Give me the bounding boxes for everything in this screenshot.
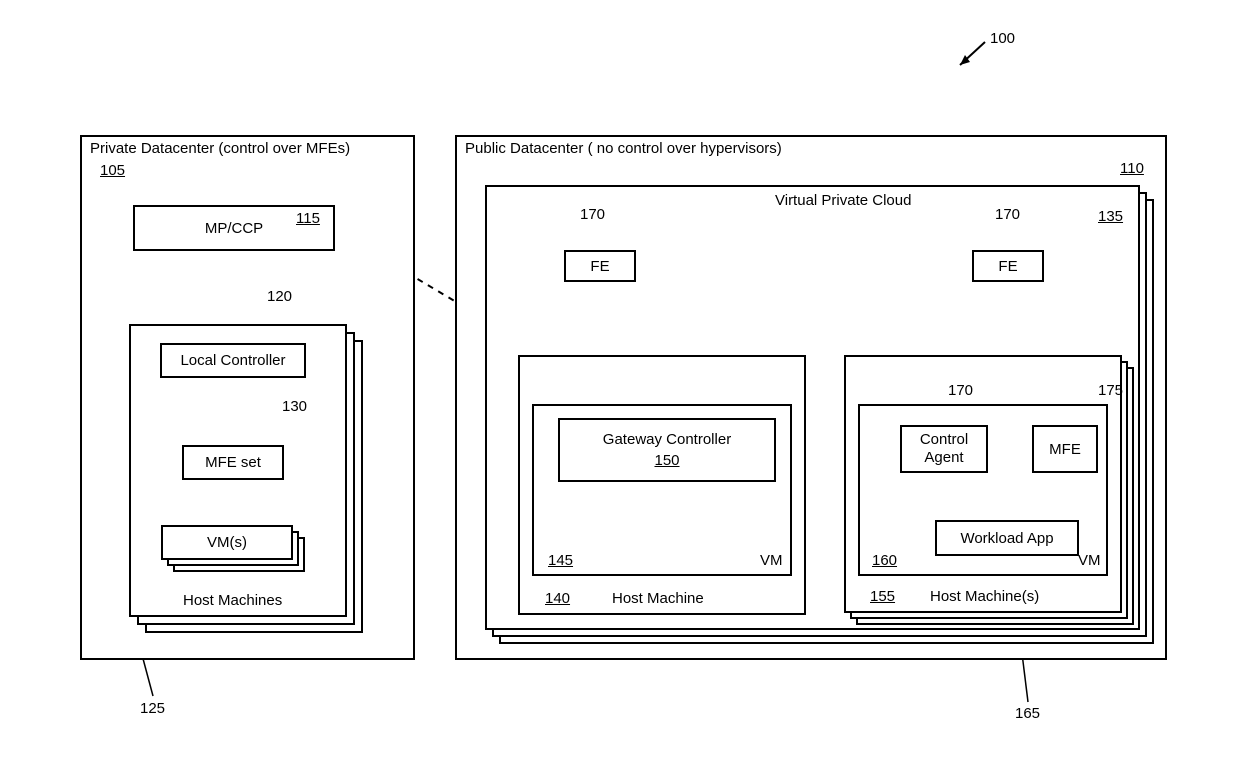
- mpccp-ref: 115: [296, 210, 320, 227]
- host-machines-label: Host Machines: [183, 592, 282, 609]
- host1-ref: 140: [545, 590, 570, 607]
- host2-vm-label: VM: [1078, 552, 1101, 569]
- vms-box: VM(s): [161, 525, 293, 560]
- workload-app-box: Workload App: [935, 520, 1079, 556]
- fe-right-box: FE: [972, 250, 1044, 282]
- gateway-controller-label: Gateway Controller: [603, 431, 731, 448]
- gateway-controller-box: Gateway Controller 150: [558, 418, 776, 482]
- host-machines-ref: 125: [140, 700, 165, 717]
- workload-app-ref: 165: [1015, 705, 1040, 722]
- figure-ref-label: 100: [990, 30, 1015, 47]
- fe-left-ref: 170: [580, 206, 605, 223]
- public-dc-ref: 110: [1120, 160, 1144, 177]
- workload-app-label: Workload App: [960, 530, 1053, 547]
- gateway-controller-ref: 150: [654, 452, 679, 469]
- host2-label: Host Machine(s): [930, 588, 1039, 605]
- mfe-ref: 175: [1098, 382, 1123, 399]
- private-dc-ref: 105: [100, 162, 125, 179]
- fe-left-label: FE: [590, 258, 609, 275]
- control-agent-box: Control Agent: [900, 425, 988, 473]
- mfe-box: MFE: [1032, 425, 1098, 473]
- control-agent-label: Control Agent: [902, 431, 986, 467]
- mfe-set-label: MFE set: [205, 454, 261, 471]
- local-controller-box: Local Controller: [160, 343, 306, 378]
- mfe-set-ref: 130: [282, 398, 307, 415]
- fe-left-box: FE: [564, 250, 636, 282]
- fe-right-ref: 170: [995, 206, 1020, 223]
- host1-label: Host Machine: [612, 590, 704, 607]
- private-dc-title: Private Datacenter (control over MFEs): [90, 140, 350, 157]
- vpc-title: Virtual Private Cloud: [775, 192, 911, 209]
- mfe-set-box: MFE set: [182, 445, 284, 480]
- host1-vm-ref: 145: [548, 552, 573, 569]
- vpc-ref: 135: [1098, 208, 1123, 225]
- mpccp-label: MP/CCP: [205, 220, 263, 237]
- vms-label: VM(s): [207, 534, 247, 551]
- mfe-label: MFE: [1049, 441, 1081, 458]
- control-agent-ref: 170: [948, 382, 973, 399]
- local-controller-ref: 120: [267, 288, 292, 305]
- public-dc-title: Public Datacenter ( no control over hype…: [465, 140, 782, 157]
- local-controller-label: Local Controller: [180, 352, 285, 369]
- host2-vm-ref: 160: [872, 552, 897, 569]
- host2-ref: 155: [870, 588, 895, 605]
- host1-vm-label: VM: [760, 552, 783, 569]
- fe-right-label: FE: [998, 258, 1017, 275]
